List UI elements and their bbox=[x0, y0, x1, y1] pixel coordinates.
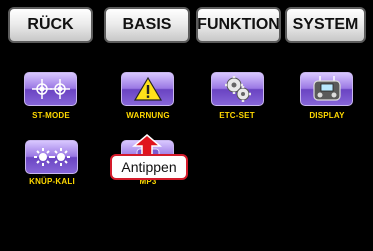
gears-icon bbox=[224, 76, 251, 102]
tab-system[interactable]: SYSTEM bbox=[285, 7, 366, 43]
etc-set-button[interactable] bbox=[211, 72, 264, 106]
st-mode-button[interactable] bbox=[24, 72, 77, 106]
warnung-button[interactable] bbox=[121, 72, 174, 106]
arrow-up-icon bbox=[132, 134, 162, 156]
tab-basis[interactable]: BASIS bbox=[104, 7, 190, 43]
tap-hint-callout: Antippen bbox=[110, 154, 188, 180]
etc-set-label: ETC-SET bbox=[219, 111, 255, 120]
knueppel-icon bbox=[33, 148, 70, 166]
tab-funktion[interactable]: FUNKTION bbox=[196, 7, 281, 43]
display-button[interactable] bbox=[300, 72, 353, 106]
knuep-kali-button[interactable] bbox=[25, 140, 78, 174]
device-screen: RÜCK BASIS FUNKTION SYSTEM ST-MODE WARNU… bbox=[0, 0, 373, 251]
tab-rueck[interactable]: RÜCK bbox=[8, 7, 93, 43]
sticks-icon bbox=[31, 79, 70, 99]
warnung-label: WARNUNG bbox=[126, 111, 170, 120]
warning-icon bbox=[133, 76, 162, 101]
st-mode-label: ST-MODE bbox=[32, 111, 70, 120]
transmitter-icon bbox=[312, 76, 341, 101]
knuep-kali-label: KNÜP-KALI bbox=[29, 177, 75, 186]
display-label: DISPLAY bbox=[309, 111, 345, 120]
